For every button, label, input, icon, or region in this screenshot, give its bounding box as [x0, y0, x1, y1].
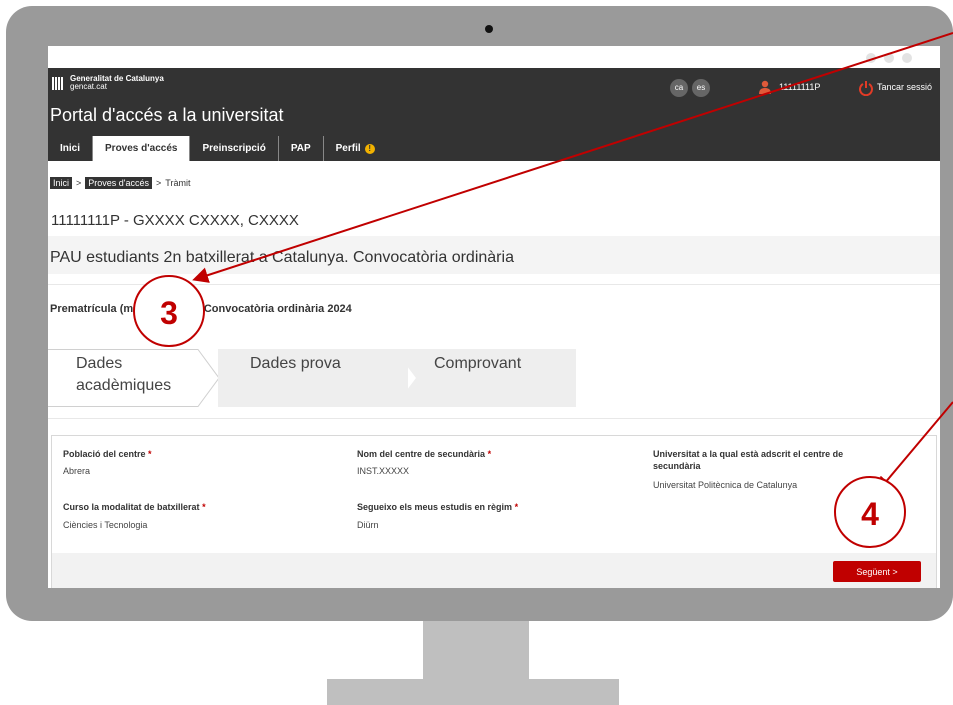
language-ca-button[interactable]: ca [670, 79, 688, 97]
step-dades-prova[interactable]: Dades prova [218, 349, 408, 407]
regim-value: Diürn [357, 520, 379, 530]
site-header: Generalitat de Catalunya gencat.cat ca e… [48, 68, 940, 161]
user-id-label[interactable]: 11111111P [779, 82, 820, 92]
step-comprovant[interactable]: Comprovant [394, 349, 576, 407]
nav-item-pap[interactable]: PAP [279, 136, 324, 161]
breadcrumb-separator: > [76, 178, 82, 188]
step-label: acadèmiques [76, 377, 172, 394]
academic-data-form: Població del centre * Abrera Nom del cen… [51, 435, 937, 554]
nav-item-perfil[interactable]: Perfil ! [324, 136, 387, 161]
nav-item-perfil-label: Perfil [335, 143, 361, 154]
window-titlebar [48, 46, 940, 68]
monitor-stand-base [327, 679, 619, 705]
form-footer [51, 553, 937, 588]
universitat-label: Universitat a la qual està adscrit el ce… [653, 449, 844, 471]
window-control-dot[interactable] [884, 53, 894, 63]
centre-value: INST.XXXXX [357, 466, 410, 476]
breadcrumb-home-link[interactable]: Inici [50, 177, 73, 189]
warning-icon: ! [364, 143, 375, 154]
nav-item-inici[interactable]: Inici [48, 136, 94, 161]
divider [48, 418, 940, 419]
page-title: PAU estudiants 2n batxillerat a Cataluny… [50, 249, 514, 266]
step-label: Dades [76, 355, 123, 372]
step-dades-academiques[interactable]: Dades acadèmiques [48, 349, 218, 407]
breadcrumb: Inici > Proves d'accés > Tràmit [50, 177, 190, 189]
monitor-camera [485, 25, 493, 33]
centre-label: Nom del centre de secundària * [357, 449, 492, 459]
poblacio-label: Població del centre * [63, 449, 152, 459]
poblacio-value: Abrera [63, 466, 91, 476]
nav-item-proves-acces[interactable]: Proves d'accés [93, 136, 191, 161]
breadcrumb-separator: > [156, 178, 162, 188]
portal-title: Portal d'accés a la universitat [50, 105, 284, 125]
logout-link[interactable]: Tancar sessió [877, 82, 932, 92]
language-es-button[interactable]: es [692, 79, 710, 97]
callout-step-3: 3 [133, 275, 205, 347]
breadcrumb-section-link[interactable]: Proves d'accés [85, 177, 153, 189]
callout-step-4: 4 [834, 476, 906, 548]
generalitat-logo-icon [52, 76, 65, 90]
breadcrumb-current: Tràmit [165, 178, 191, 188]
window-control-dot[interactable] [902, 53, 912, 63]
main-nav: Inici Proves d'accés Preinscripció PAP P… [48, 136, 387, 161]
step-label: Dades prova [250, 355, 341, 372]
window-control-dot[interactable] [866, 53, 876, 63]
universitat-value: Universitat Politècnica de Catalunya [653, 480, 798, 490]
logo-org-domain: gencat.cat [70, 82, 107, 91]
power-icon[interactable] [858, 80, 874, 96]
step-label: Comprovant [434, 355, 522, 372]
regim-label: Segueixo els meus estudis en règim * [357, 502, 519, 512]
record-title: 11111111P - GXXXX CXXXX, CXXXX [51, 212, 299, 229]
nav-item-preinscripcio[interactable]: Preinscripció [190, 136, 279, 161]
generalitat-logo[interactable]: Generalitat de Catalunya gencat.cat [52, 75, 164, 91]
next-button[interactable]: Següent > [833, 561, 921, 582]
modalitat-value: Ciències i Tecnologia [63, 520, 148, 530]
monitor-stand-neck [423, 621, 529, 679]
modalitat-label: Curso la modalitat de batxillerat * [63, 502, 206, 512]
user-icon [759, 80, 771, 94]
